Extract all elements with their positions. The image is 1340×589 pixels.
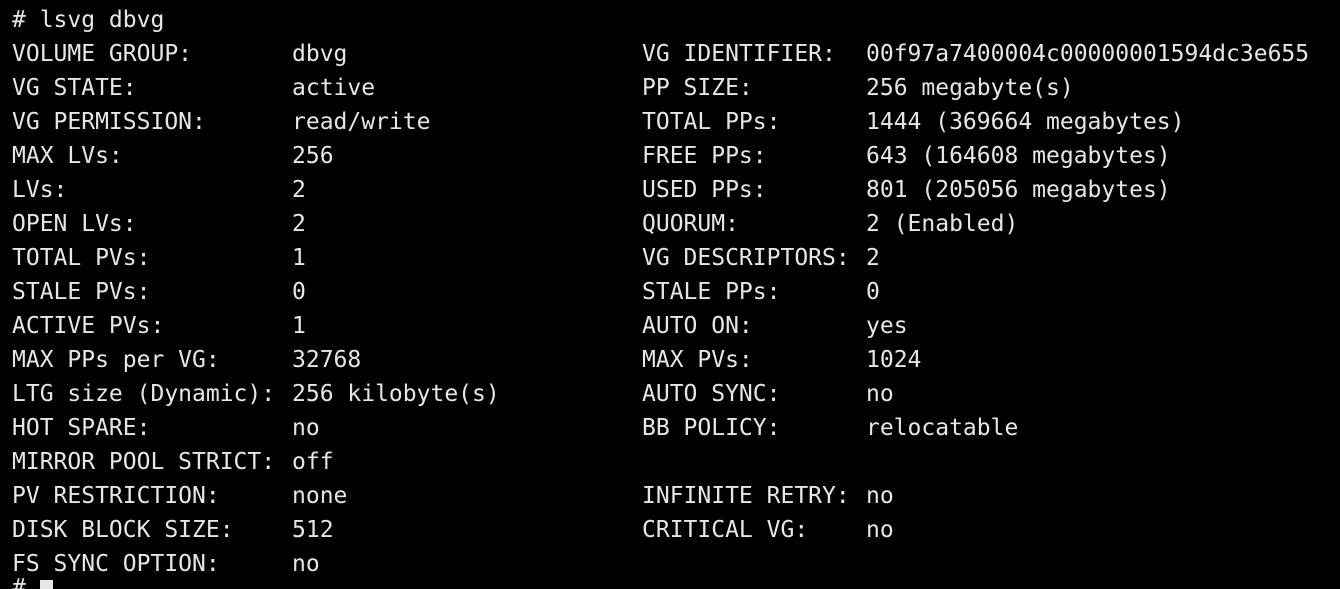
field-value: 1 (292, 313, 306, 339)
field-label: VG STATE: (12, 75, 137, 101)
terminal-window[interactable]: # lsvg dbvg VOLUME GROUP: dbvg VG IDENTI… (0, 0, 1340, 589)
output-row: VOLUME GROUP: dbvg VG IDENTIFIER: 00f97a… (12, 37, 1309, 71)
field-label: LTG size (Dynamic): (12, 381, 276, 407)
field-label: USED PPs: (642, 177, 767, 203)
field-label: ACTIVE PVs: (12, 313, 165, 339)
field-label: VG PERMISSION: (12, 109, 206, 135)
field-value: 512 (292, 517, 334, 543)
field-value: no (866, 381, 894, 407)
field-value: 256 (292, 143, 334, 169)
field-label: CRITICAL VG: (642, 517, 809, 543)
field-label: STALE PVs: (12, 279, 151, 305)
output-row: LVs: 2 USED PPs: 801 (205056 megabytes) (12, 173, 1171, 207)
field-label: AUTO ON: (642, 313, 753, 339)
field-label: BB POLICY: (642, 415, 781, 441)
field-value: dbvg (292, 41, 348, 67)
output-row: DISK BLOCK SIZE: 512 CRITICAL VG: no (12, 513, 894, 547)
field-label: HOT SPARE: (12, 415, 151, 441)
field-value: yes (866, 313, 908, 339)
field-value: 2 (292, 177, 306, 203)
field-value: active (292, 75, 376, 101)
command-prompt-line: # lsvg dbvg (12, 7, 165, 33)
field-label: INFINITE RETRY: (642, 483, 850, 509)
field-value: 1 (292, 245, 306, 271)
cursor-block (39, 580, 53, 589)
output-row: MAX LVs: 256 FREE PPs: 643 (164608 megab… (12, 139, 1171, 173)
field-value: no (292, 415, 320, 441)
field-value: read/write (292, 109, 431, 135)
output-row: VG PERMISSION: read/write TOTAL PPs: 144… (12, 105, 1185, 139)
field-label: DISK BLOCK SIZE: (12, 517, 234, 543)
field-value: no (292, 551, 320, 577)
field-label: VOLUME GROUP: (12, 41, 193, 67)
field-label: MAX PPs per VG: (12, 347, 220, 373)
output-row: VG STATE: active PP SIZE: 256 megabyte(s… (12, 71, 1074, 105)
field-label: FREE PPs: (642, 143, 767, 169)
field-label: VG IDENTIFIER: (642, 41, 836, 67)
field-value: off (292, 449, 334, 475)
output-row: PV RESTRICTION: none INFINITE RETRY: no (12, 479, 894, 513)
field-label: AUTO SYNC: (642, 381, 781, 407)
field-value: 2 (866, 245, 880, 271)
field-label: LVs: (12, 177, 68, 203)
field-value: relocatable (866, 415, 1019, 441)
field-value: no (866, 483, 894, 509)
field-label: OPEN LVs: (12, 211, 137, 237)
field-value: 2 (Enabled) (866, 211, 1019, 237)
field-value: 1444 (369664 megabytes) (866, 109, 1185, 135)
field-label: VG DESCRIPTORS: (642, 245, 850, 271)
field-label: TOTAL PVs: (12, 245, 151, 271)
output-row: OPEN LVs: 2 QUORUM: 2 (Enabled) (12, 207, 1018, 241)
field-label: MIRROR POOL STRICT: (12, 449, 276, 475)
field-value: 00f97a7400004c00000001594dc3e655 (866, 41, 1310, 67)
output-row: ACTIVE PVs: 1 AUTO ON: yes (12, 309, 908, 343)
field-value: 32768 (292, 347, 362, 373)
field-value: none (292, 483, 348, 509)
field-label: PV RESTRICTION: (12, 483, 220, 509)
field-label: MAX PVs: (642, 347, 753, 373)
field-value: 0 (866, 279, 880, 305)
output-row: MAX PPs per VG: 32768 MAX PVs: 1024 (12, 343, 921, 377)
field-value: 801 (205056 megabytes) (866, 177, 1171, 203)
field-value: 0 (292, 279, 306, 305)
field-value: 1024 (866, 347, 922, 373)
field-label: QUORUM: (642, 211, 739, 237)
field-value: no (866, 517, 894, 543)
next-prompt-line[interactable]: # (12, 571, 53, 589)
field-label: MAX LVs: (12, 143, 123, 169)
next-prompt: # (12, 575, 26, 589)
output-row: HOT SPARE: no BB POLICY: relocatable (12, 411, 1018, 445)
output-row: MIRROR POOL STRICT: off (12, 445, 334, 479)
field-label: STALE PPs: (642, 279, 781, 305)
output-row: TOTAL PVs: 1 VG DESCRIPTORS: 2 (12, 241, 880, 275)
field-value: 2 (292, 211, 306, 237)
output-row: LTG size (Dynamic): 256 kilobyte(s) AUTO… (12, 377, 894, 411)
field-label: TOTAL PPs: (642, 109, 781, 135)
output-row: STALE PVs: 0 STALE PPs: 0 (12, 275, 880, 309)
field-label: PP SIZE: (642, 75, 753, 101)
field-value: 643 (164608 megabytes) (866, 143, 1171, 169)
field-value: 256 kilobyte(s) (292, 381, 500, 407)
field-value: 256 megabyte(s) (866, 75, 1074, 101)
